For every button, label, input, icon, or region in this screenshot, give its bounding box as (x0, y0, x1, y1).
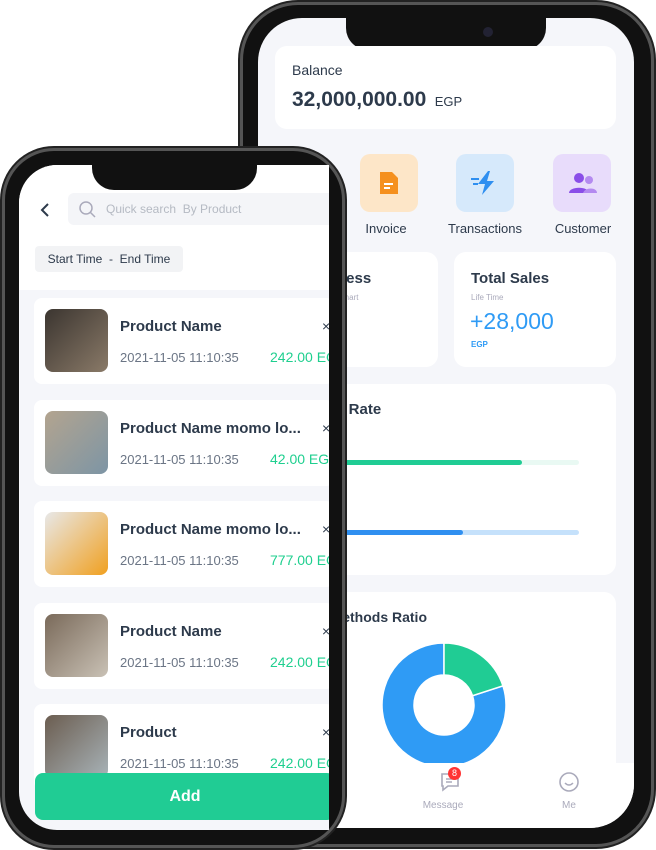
product-date: 2021-11-05 11:10:35 (120, 451, 239, 467)
back-button[interactable] (39, 201, 51, 224)
tab-message-label: Message (422, 800, 464, 811)
donut-slice (443, 642, 504, 697)
total-sales-subtitle: Life Time (471, 293, 504, 302)
date-range-filter[interactable]: Start Time - End Time (35, 246, 183, 272)
invoice-button[interactable] (360, 154, 418, 212)
product-name: Product Name momo lo... (120, 419, 301, 437)
total-sales-card: Total Sales Life Time +28,000 EGP (454, 252, 616, 367)
product-list-item[interactable]: Product Name momo lo... × 9 2021-11-05 1… (34, 399, 329, 486)
product-list-item[interactable]: Product Name × 2021-11-05 11:10:35 242.0… (34, 602, 329, 689)
customer-button[interactable] (553, 154, 611, 212)
total-sales-title: Total Sales (471, 270, 550, 287)
product-date: 2021-11-05 11:10:35 (120, 654, 239, 670)
search-placeholder: Quick search By Product (106, 202, 242, 216)
product-thumbnail (45, 410, 108, 474)
product-quantity: × (322, 521, 329, 537)
lightning-icon (471, 171, 494, 195)
tab-message[interactable]: 8 Message (418, 767, 468, 821)
balance-card: Balance 32,000,000.00 EGP (275, 46, 616, 129)
tab-me[interactable]: Me (544, 771, 594, 821)
product-date: 2021-11-05 11:10:35 (120, 553, 239, 568)
ratio-donut-chart (381, 642, 507, 768)
product-quantity: × (322, 724, 329, 740)
progress-bar-1 (322, 460, 523, 465)
product-thumbnail (45, 715, 108, 778)
total-sales-currency: EGP (471, 340, 488, 349)
balance-currency: EGP (434, 94, 463, 109)
product-price: 242.00 EG (270, 349, 329, 365)
product-date: 2021-11-05 11:10:35 (120, 350, 239, 365)
users-icon (569, 173, 597, 193)
invoice-label: Invoice (365, 221, 407, 236)
product-list-item[interactable]: Product Name × 2021-11-05 11:10:35 242.0… (34, 298, 329, 384)
invoice-icon (380, 172, 398, 194)
product-thumbnail (45, 512, 108, 575)
product-list-screen: Quick search By Product Start Time - End… (19, 165, 329, 830)
product-quantity: × 9 (322, 419, 329, 436)
search-icon (79, 201, 96, 218)
customer-label: Customer (554, 221, 612, 236)
tab-me-label: Me (562, 800, 576, 811)
message-badge: 8 (448, 767, 461, 780)
product-price: 242.00 EG (270, 755, 329, 771)
balance-label: Balance (292, 62, 343, 78)
product-name: Product Name (120, 318, 222, 335)
product-name: Product Name momo lo... (120, 521, 301, 538)
balance-amount: 32,000,000.00 (292, 88, 427, 111)
product-name: Product (120, 724, 177, 741)
add-button[interactable]: Add (35, 773, 329, 820)
product-name: Product Name (120, 622, 222, 640)
product-quantity: × (322, 318, 329, 334)
product-price: 777.00 EG (270, 552, 329, 568)
product-thumbnail (45, 309, 108, 372)
smile-icon (559, 772, 579, 792)
search-input[interactable]: Quick search By Product (68, 193, 329, 225)
product-price: 242.00 EG (270, 653, 329, 670)
chevron-left-icon (40, 203, 49, 217)
product-date: 2021-11-05 11:10:35 (120, 756, 239, 771)
product-list-item[interactable]: Product Name momo lo... × 2021-11-05 11:… (34, 501, 329, 587)
product-thumbnail (45, 613, 108, 677)
transactions-button[interactable] (456, 154, 514, 212)
total-sales-value: +28,000 (470, 308, 554, 334)
product-quantity: × (322, 622, 329, 639)
transactions-label: Transactions (448, 221, 522, 236)
camera-dot (483, 27, 493, 37)
product-price: 42.00 EG (270, 450, 329, 467)
